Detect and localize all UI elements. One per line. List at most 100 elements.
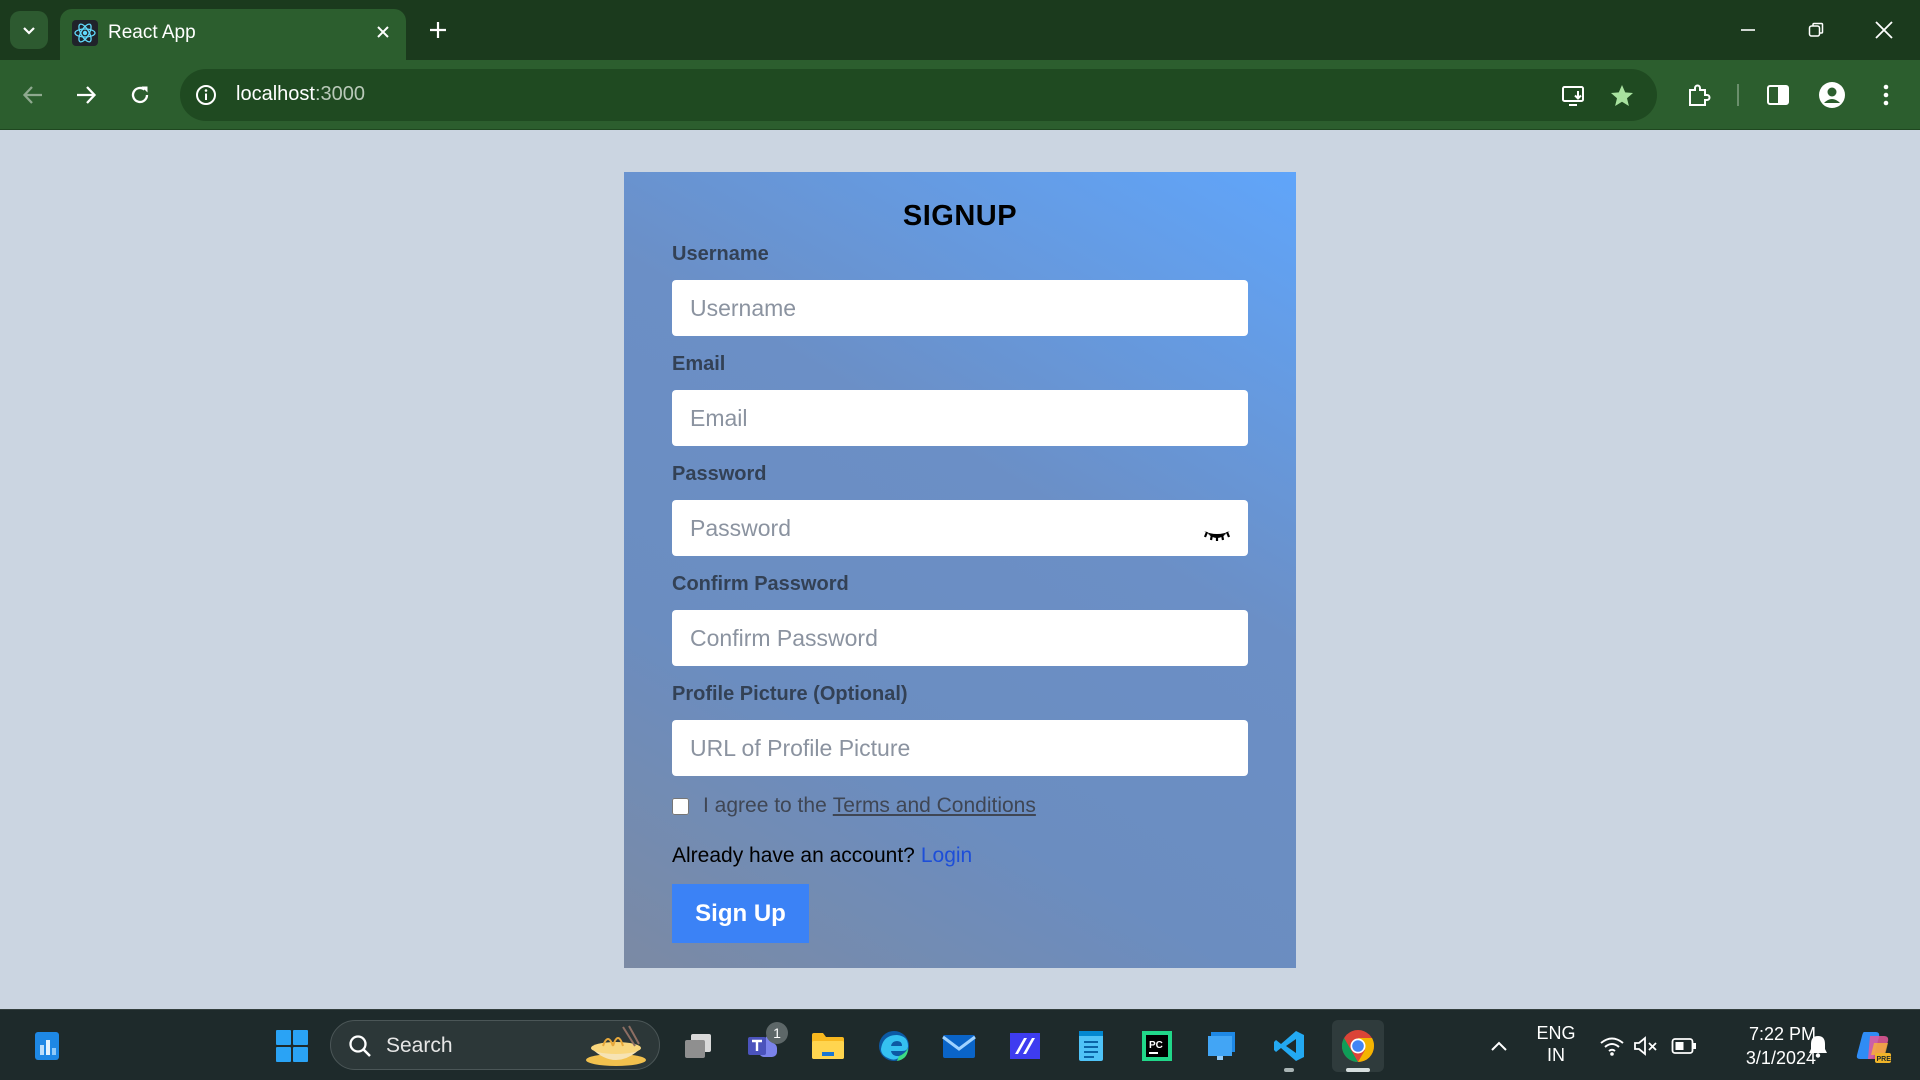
remote-desktop-button[interactable] — [1201, 1024, 1245, 1068]
vscode-icon — [1274, 1031, 1304, 1061]
copilot-button[interactable]: PRE — [1850, 1024, 1896, 1068]
restore-button[interactable] — [1796, 10, 1836, 50]
taskbar: Search 1 PC ENG IN 7:22 PM 3/1/2024 PRE — [0, 1009, 1920, 1080]
side-panel-button[interactable] — [1760, 77, 1796, 113]
copilot-icon: PRE — [1856, 1032, 1891, 1063]
wifi-status[interactable] — [1594, 1024, 1630, 1068]
password-label: Password — [672, 463, 767, 485]
browser-tab[interactable]: React App — [60, 9, 406, 60]
account-prompt-row: Already have an account? Login — [672, 844, 972, 868]
close-tab-button[interactable] — [370, 19, 396, 45]
remote-desktop-icon — [1208, 1032, 1235, 1060]
wifi-icon — [1600, 1037, 1624, 1056]
user-avatar-icon — [1819, 82, 1845, 108]
address-bar[interactable]: localhost:3000 — [180, 69, 1657, 121]
task-view-icon — [685, 1034, 711, 1058]
bell-icon — [1809, 1036, 1827, 1058]
arrow-right-icon — [77, 86, 97, 104]
chrome-button[interactable] — [1332, 1020, 1384, 1072]
start-button[interactable] — [270, 1024, 314, 1068]
email-input[interactable] — [672, 390, 1248, 446]
language-code: ENG — [1536, 1023, 1576, 1043]
extensions-button[interactable] — [1681, 77, 1717, 113]
react-logo-icon — [72, 20, 98, 46]
browser-toolbar: localhost:3000 — [0, 60, 1920, 130]
chrome-running-indicator — [1346, 1068, 1370, 1072]
browser-titlebar: React App — [0, 0, 1920, 60]
minimize-icon — [1741, 29, 1755, 31]
eye-closed-icon[interactable] — [1202, 524, 1232, 546]
visual-studio-icon — [1010, 1033, 1040, 1059]
notifications-button[interactable] — [1798, 1024, 1838, 1068]
reload-icon — [131, 86, 149, 104]
pycharm-icon: PC — [1142, 1031, 1172, 1061]
tab-search-button[interactable] — [10, 11, 48, 49]
volume-status[interactable] — [1628, 1024, 1664, 1068]
forward-button[interactable] — [68, 77, 104, 113]
notepad-icon — [1079, 1031, 1103, 1061]
mail-button[interactable] — [937, 1024, 981, 1068]
taskbar-search[interactable]: Search — [330, 1020, 660, 1070]
search-icon — [349, 1035, 371, 1057]
folder-icon — [812, 1033, 844, 1059]
username-input[interactable] — [672, 280, 1248, 336]
terms-row: I agree to the Terms and Conditions — [672, 792, 1036, 820]
speaker-muted-icon — [1634, 1036, 1657, 1056]
star-icon — [1611, 85, 1633, 106]
bookmark-button[interactable] — [1608, 82, 1636, 110]
account-prompt-text: Already have an account? — [672, 844, 915, 867]
language-indicator[interactable]: ENG IN — [1530, 1022, 1582, 1066]
minimize-button[interactable] — [1728, 10, 1768, 50]
back-button[interactable] — [15, 77, 51, 113]
widgets-chart-icon — [35, 1032, 59, 1060]
login-link[interactable]: Login — [921, 844, 972, 867]
more-vert-icon — [1883, 84, 1889, 106]
file-explorer-button[interactable] — [806, 1024, 850, 1068]
arrow-left-icon — [22, 86, 42, 104]
puzzle-icon — [1689, 84, 1711, 106]
install-app-button[interactable] — [1560, 82, 1588, 110]
reload-button[interactable] — [122, 77, 158, 113]
teams-notification-badge: 1 — [766, 1022, 788, 1044]
close-icon — [1875, 21, 1893, 39]
chevron-down-icon — [23, 27, 35, 35]
plus-icon — [430, 22, 446, 38]
battery-status[interactable] — [1666, 1024, 1702, 1068]
browser-menu-button[interactable] — [1868, 77, 1904, 113]
svg-text:PC: PC — [1149, 1040, 1163, 1051]
password-input[interactable] — [672, 500, 1248, 556]
email-label: Email — [672, 353, 726, 375]
chrome-icon — [1341, 1030, 1375, 1062]
profile-picture-input[interactable] — [672, 720, 1248, 776]
sign-up-button[interactable]: Sign Up — [672, 884, 809, 943]
url-text: localhost:3000 — [236, 83, 365, 105]
terms-checkbox[interactable] — [672, 797, 689, 815]
widgets-button[interactable] — [25, 1024, 69, 1068]
edge-browser-icon — [879, 1031, 909, 1061]
restore-icon — [1808, 22, 1824, 37]
signup-card: SIGNUP Username Email Password Confirm P… — [624, 172, 1296, 968]
chevron-up-icon — [1491, 1041, 1507, 1051]
confirm-password-input[interactable] — [672, 610, 1248, 666]
new-tab-button[interactable] — [420, 12, 456, 48]
mail-icon — [942, 1035, 976, 1058]
region-code: IN — [1547, 1045, 1565, 1065]
notepad-button[interactable] — [1069, 1024, 1113, 1068]
task-view-button[interactable] — [676, 1024, 720, 1068]
pycharm-button[interactable]: PC — [1135, 1024, 1179, 1068]
close-icon — [377, 26, 389, 38]
edge-button[interactable] — [872, 1024, 916, 1068]
terms-link[interactable]: Terms and Conditions — [833, 794, 1036, 818]
close-window-button[interactable] — [1864, 10, 1904, 50]
noodle-bowl-icon — [586, 1025, 646, 1066]
vscode-running-indicator — [1284, 1068, 1294, 1072]
vscode-button[interactable] — [1267, 1024, 1311, 1068]
show-hidden-icons-button[interactable] — [1476, 1024, 1522, 1068]
terms-text: I agree to the — [703, 794, 827, 817]
side-panel-icon — [1767, 85, 1789, 105]
windows-logo-icon — [276, 1030, 308, 1062]
confirm-password-label: Confirm Password — [672, 573, 849, 595]
toolbar-divider — [1737, 84, 1739, 106]
profile-button[interactable] — [1814, 77, 1850, 113]
visual-studio-button[interactable] — [1003, 1024, 1047, 1068]
